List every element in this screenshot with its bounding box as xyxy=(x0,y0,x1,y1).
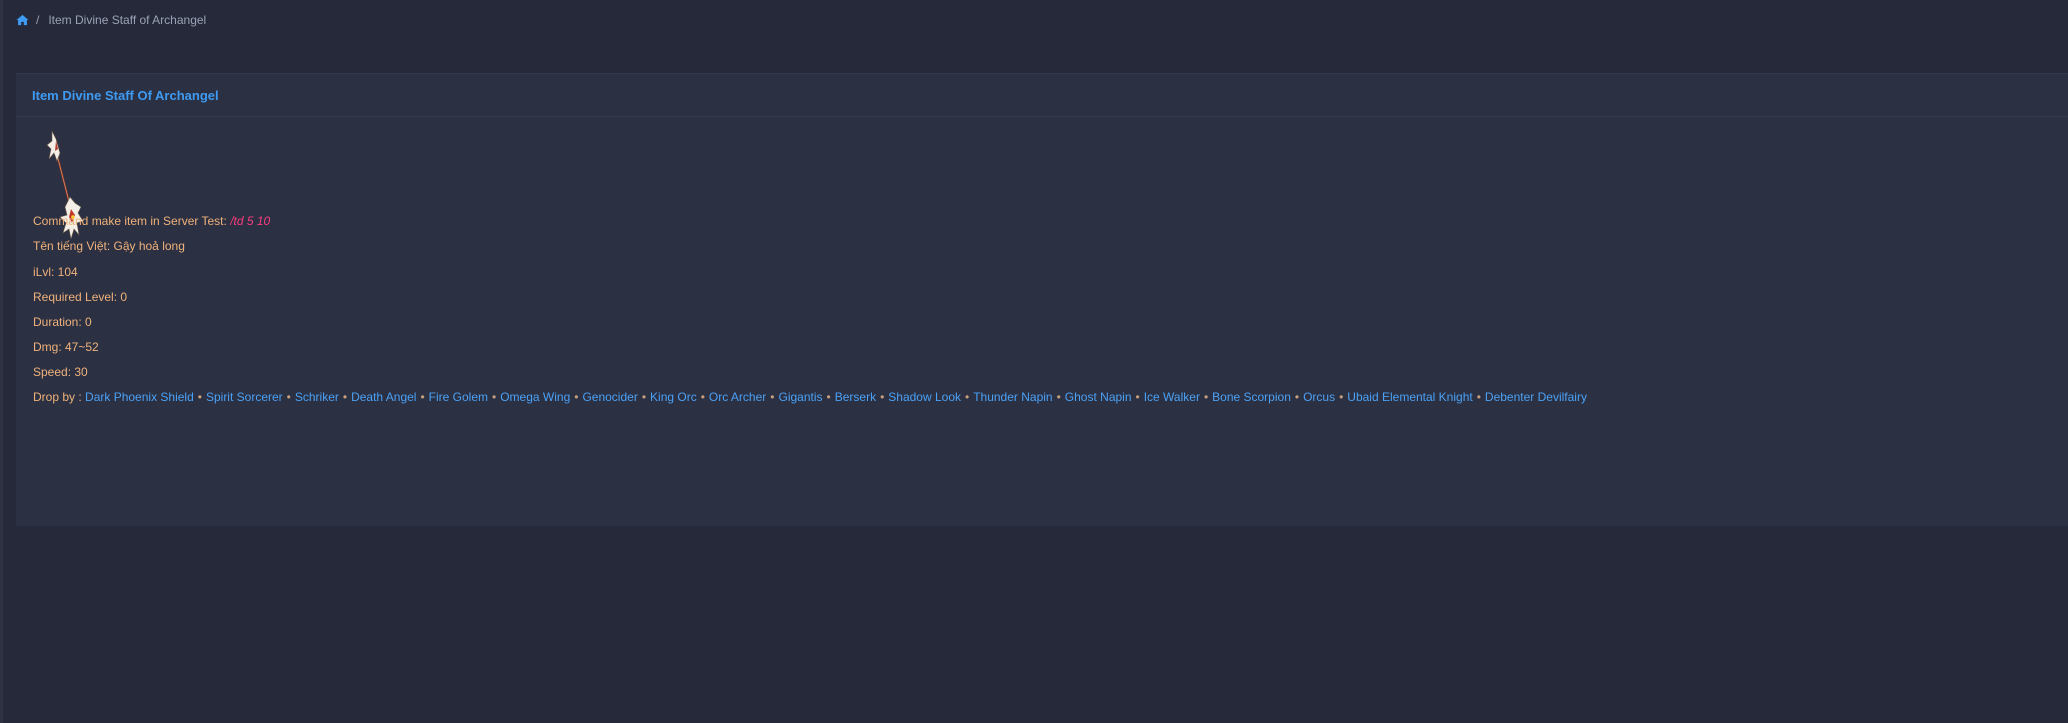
drop-by-separator: • xyxy=(770,390,775,404)
drop-by-monster-link[interactable]: Ice Walker xyxy=(1144,390,1200,404)
breadcrumb-separator: / xyxy=(36,13,40,27)
drop-by-monster-link[interactable]: Death Angel xyxy=(351,390,416,404)
drop-by-monster-link[interactable]: Thunder Napin xyxy=(973,390,1052,404)
drop-by-monster-link[interactable]: Fire Golem xyxy=(429,390,488,404)
drop-by-monster-link[interactable]: Berserk xyxy=(835,390,876,404)
drop-by-monster-link[interactable]: Omega Wing xyxy=(500,390,570,404)
drop-by-monster-link[interactable]: Orc Archer xyxy=(709,390,766,404)
drop-by-separator: • xyxy=(880,390,885,404)
drop-by-separator: • xyxy=(420,390,425,404)
drop-by-separator: • xyxy=(700,390,705,404)
command-label: Command make item in Server Test: xyxy=(33,214,231,228)
drop-by-monster-link[interactable]: Shadow Look xyxy=(888,390,961,404)
duration-stat: Duration: 0 xyxy=(33,315,92,329)
drop-by-separator: • xyxy=(826,390,831,404)
drop-by-separator: • xyxy=(965,390,970,404)
page-left-edge xyxy=(0,0,3,723)
drop-by-separator: • xyxy=(1476,390,1481,404)
drop-by-monster-link[interactable]: Dark Phoenix Shield xyxy=(85,390,194,404)
drop-by-separator: • xyxy=(286,390,291,404)
drop-by-separator: • xyxy=(641,390,647,404)
drop-by-row: Drop by : Dark Phoenix Shield • Spirit Sor… xyxy=(33,390,1587,404)
drop-by-monster-link[interactable]: Gigantis xyxy=(778,390,822,404)
drop-by-monster-link[interactable]: Ubaid Elemental Knight xyxy=(1347,390,1472,404)
drop-by-monster-link[interactable]: Genocider xyxy=(582,390,637,404)
required-level-stat: Required Level: 0 xyxy=(33,290,128,304)
card-header: Item Divine Staff Of Archangel xyxy=(16,74,2068,117)
card-title: Item Divine Staff Of Archangel xyxy=(32,87,219,103)
drop-by-separator: • xyxy=(1339,390,1344,404)
drop-by-separator: • xyxy=(1294,390,1300,404)
drop-by-monster-link[interactable]: Spirit Sorcerer xyxy=(206,390,283,404)
drop-by-monster-link[interactable]: Orcus xyxy=(1303,390,1335,404)
drop-by-separator: • xyxy=(1203,390,1209,404)
drop-by-list: Dark Phoenix Shield • Spirit Sorcerer • Schr… xyxy=(85,390,1587,404)
speed-stat: Speed: 30 xyxy=(33,365,88,379)
breadcrumb-current: Item Divine Staff of Archangel xyxy=(48,13,207,27)
dmg-stat: Dmg: 47~52 xyxy=(33,340,99,354)
drop-by-separator: • xyxy=(1135,390,1140,404)
command-value[interactable]: /td 5 10 xyxy=(230,214,270,228)
ilvl-stat: iLvl: 104 xyxy=(33,265,78,279)
drop-by-monster-link[interactable]: Debenter Devilfairy xyxy=(1485,390,1587,404)
drop-by-separator: • xyxy=(492,390,497,404)
drop-by-monster-link[interactable]: Bone Scorpion xyxy=(1212,390,1291,404)
breadcrumb: / Item Divine Staff of Archangel xyxy=(16,12,206,28)
drop-by-separator: • xyxy=(342,390,348,404)
drop-by-separator: • xyxy=(1056,390,1061,404)
drop-by-label: Drop by : xyxy=(33,390,86,404)
drop-by-separator: • xyxy=(197,390,202,404)
vietnamese-name: Tên tiếng Việt: Gậy hoả long xyxy=(33,239,185,253)
drop-by-monster-link[interactable]: King Orc xyxy=(650,390,697,404)
item-card: Item Divine Staff Of Archangel Command m… xyxy=(16,73,2068,526)
drop-by-monster-link[interactable]: Ghost Napin xyxy=(1065,390,1132,404)
home-icon[interactable] xyxy=(16,14,29,26)
drop-by-separator: • xyxy=(574,390,579,404)
drop-by-monster-link[interactable]: Schriker xyxy=(295,390,339,404)
command-row: Command make item in Server Test: /td 5 … xyxy=(33,214,270,228)
